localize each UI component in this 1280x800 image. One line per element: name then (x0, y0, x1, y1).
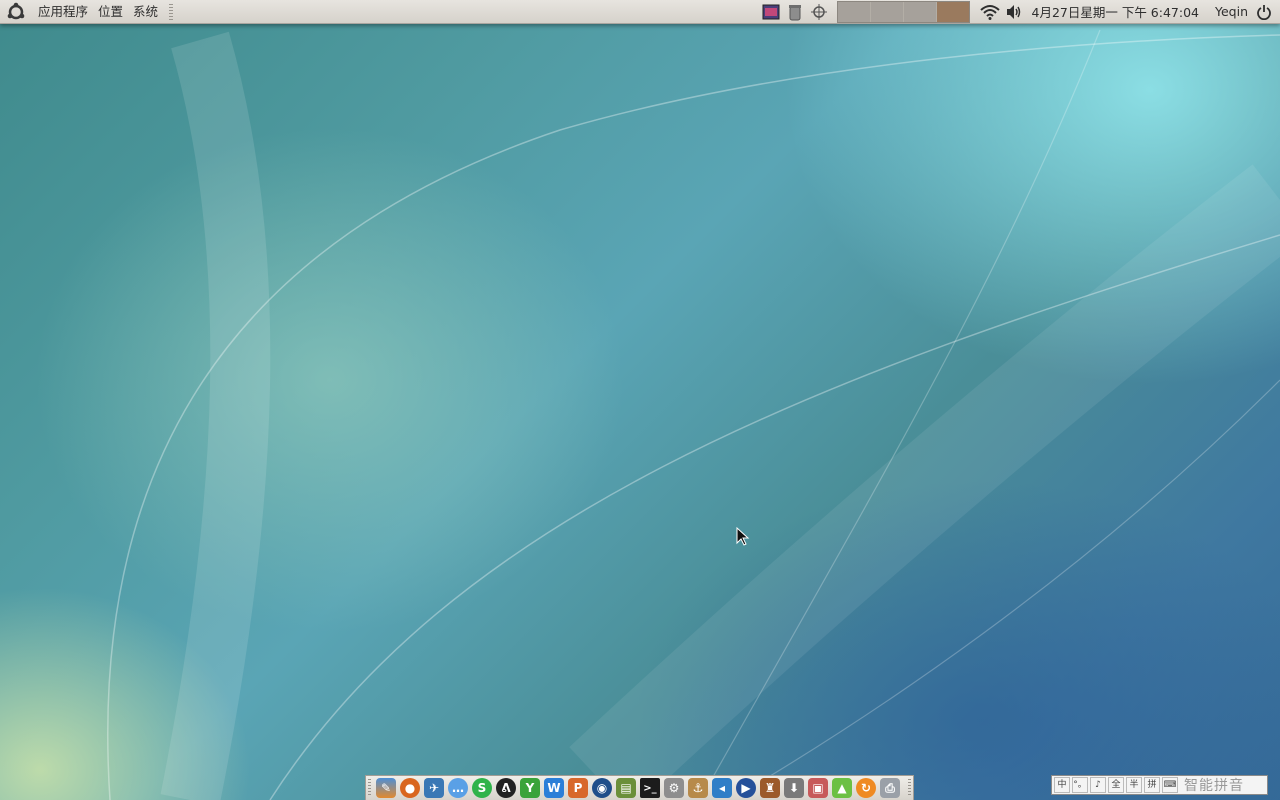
volume-icon[interactable] (1004, 2, 1024, 22)
ship-icon[interactable]: ⚓ (688, 778, 708, 798)
ime-pinyin-button[interactable]: 拼 (1144, 777, 1160, 793)
compose-icon[interactable]: ✎ (376, 778, 396, 798)
power-icon[interactable] (1254, 2, 1274, 22)
photo-icon[interactable]: ▣ (808, 778, 828, 798)
ime-skin-button[interactable]: ♪ (1090, 777, 1106, 793)
crosshair-icon[interactable] (809, 2, 829, 22)
dock-grip-left (368, 779, 371, 797)
media-player-icon[interactable]: ▶ (736, 778, 756, 798)
workspace-3[interactable] (903, 1, 937, 22)
settings-icon[interactable]: ⚙ (664, 778, 684, 798)
clock[interactable]: 4月27日星期一 下午 6:47:04 (1026, 2, 1206, 21)
desktop-wallpaper (0, 0, 1280, 800)
ime-toolbar: 中 °。 ♪ 全 半 拼 ⌨ 智能拼音 (1051, 775, 1268, 795)
panel-grip (169, 3, 174, 20)
workspace-2[interactable] (870, 1, 904, 22)
update-icon[interactable]: ↻ (856, 778, 876, 798)
qq-penguin-icon[interactable]: ᕕ (496, 778, 516, 798)
workspace-1[interactable] (837, 1, 871, 22)
printer-icon[interactable]: ⎙ (880, 778, 900, 798)
ime-name: 智能拼音 (1184, 778, 1244, 794)
wallpaper-swirls (107, 29, 1280, 800)
ime-fullwidth-button[interactable]: 全 (1108, 777, 1124, 793)
airplane-icon[interactable]: ✈ (424, 778, 444, 798)
ime-punct-button[interactable]: °。 (1072, 777, 1088, 793)
terminal-icon[interactable]: >_ (640, 778, 660, 798)
book-icon[interactable]: ▤ (616, 778, 636, 798)
skype-icon[interactable]: S (472, 778, 492, 798)
basketball-icon[interactable]: ● (400, 778, 420, 798)
wifi-icon[interactable] (979, 2, 1000, 22)
workspace-switcher (836, 0, 970, 23)
menu-system[interactable]: 系统 (128, 0, 163, 24)
wine-icon[interactable]: ♜ (760, 778, 780, 798)
ime-halfwidth-button[interactable]: 半 (1126, 777, 1142, 793)
presentation-icon[interactable]: P (568, 778, 588, 798)
ubuntu-logo-icon[interactable] (5, 1, 27, 23)
workspace-4[interactable] (936, 1, 969, 22)
disk-icon[interactable]: ◉ (592, 778, 612, 798)
mouse-cursor-icon (736, 527, 750, 546)
top-panel: 应用程序 位置 系统 4月27日星期一 下午 6:47:04 Yeqin (0, 0, 1280, 24)
menu-places[interactable]: 位置 (93, 0, 128, 24)
trash-applet-icon[interactable] (785, 2, 805, 22)
menu-applications[interactable]: 应用程序 (33, 0, 93, 24)
screenshot-icon[interactable] (761, 2, 781, 22)
user-name[interactable]: Yeqin (1205, 4, 1252, 19)
cone-icon[interactable]: ▲ (832, 778, 852, 798)
keyboard-icon[interactable]: ⌨ (1162, 777, 1178, 793)
chat-bubble-icon[interactable]: … (448, 778, 468, 798)
vscode-icon[interactable]: ◂ (712, 778, 732, 798)
ime-mode-button[interactable]: 中 (1054, 777, 1070, 793)
writer-icon[interactable]: W (544, 778, 564, 798)
bottom-dock: ✎ ● ✈ … S ᕕ Y W P ◉ ▤ >_ ⚙ ⚓ ◂ ▶ ♜ ⬇ ▣ ▲… (365, 775, 914, 800)
ytop-icon[interactable]: Y (520, 778, 540, 798)
system-tray: 4月27日星期一 下午 6:47:04 Yeqin (759, 0, 1280, 24)
dock-grip-right (908, 779, 911, 797)
download-icon[interactable]: ⬇ (784, 778, 804, 798)
